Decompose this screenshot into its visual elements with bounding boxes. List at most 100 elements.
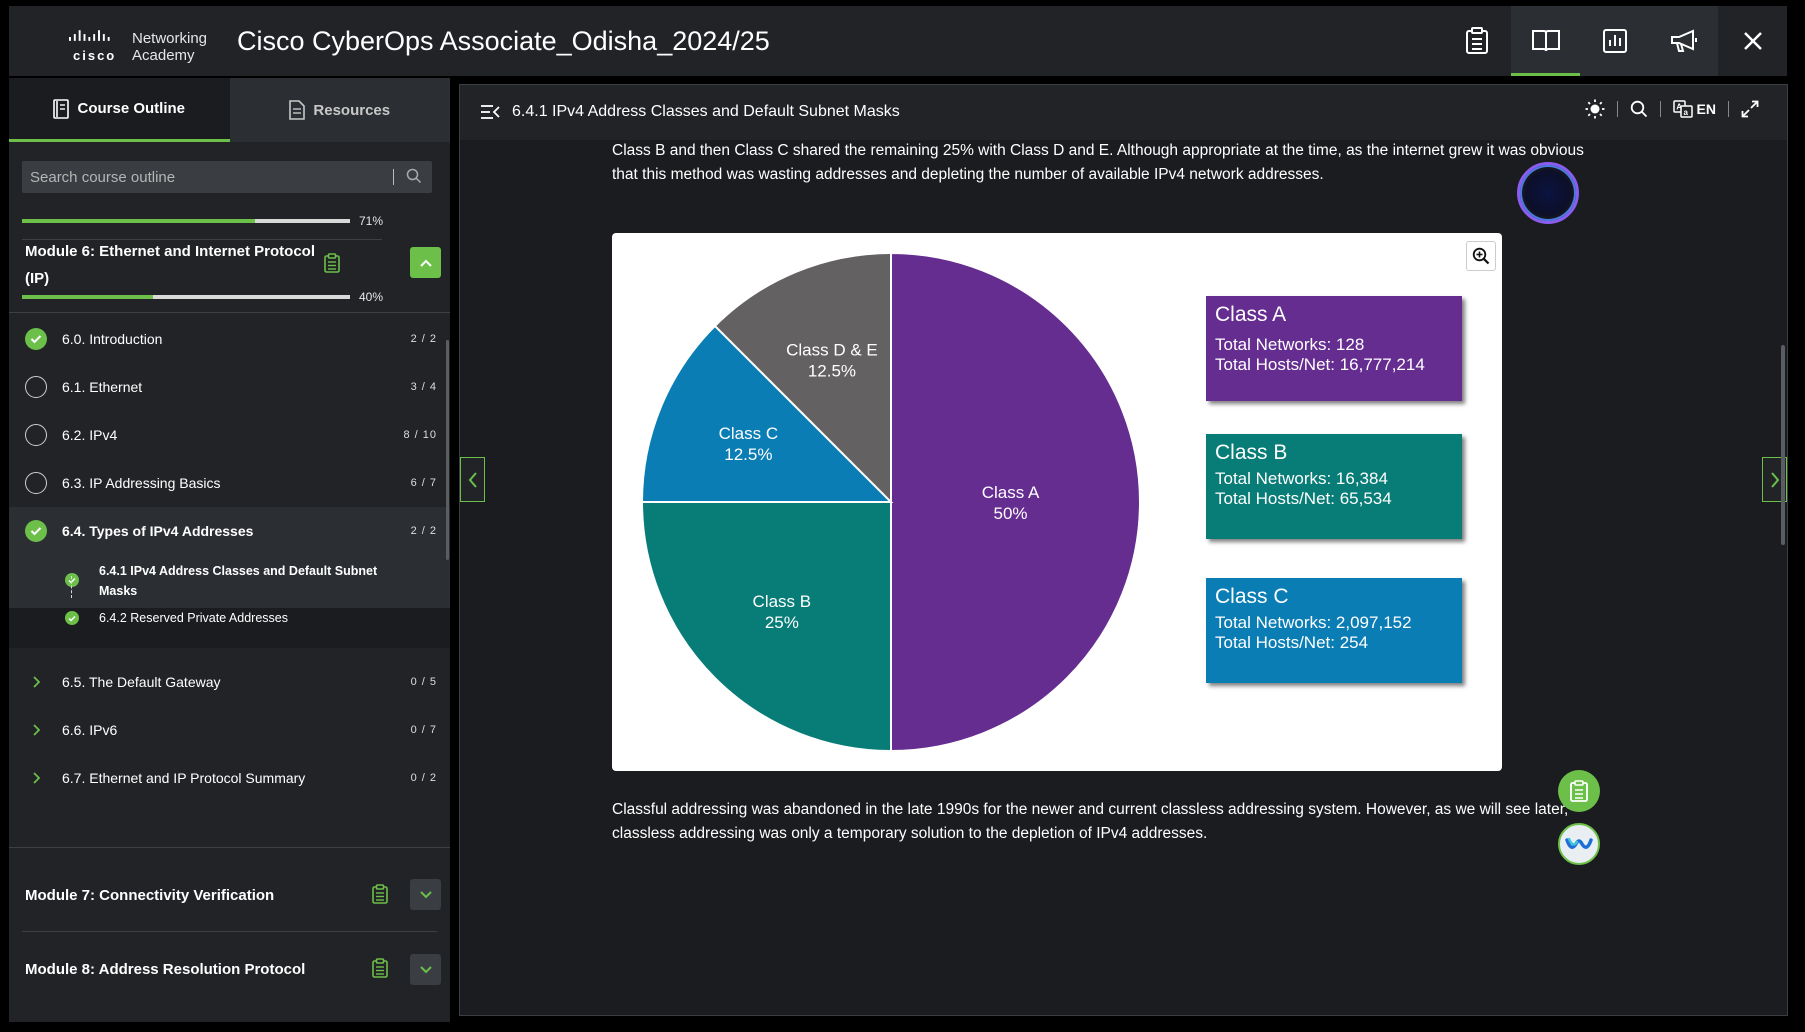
zoom-in-icon: [1472, 247, 1490, 265]
course-content-button[interactable]: [1511, 6, 1580, 76]
class-b-hosts: Total Hosts/Net: 65,534: [1215, 489, 1392, 508]
collapse-sidebar-icon[interactable]: [480, 104, 500, 120]
ipv4-class-pie-chart: Class A 50% Class B 25% Class C 12.5% Class D …: [640, 251, 1141, 753]
module-7-expand-button[interactable]: [410, 879, 441, 910]
module-6-divider: [9, 312, 450, 313]
theme-toggle-button[interactable]: [1573, 99, 1617, 119]
search-course-outline: [22, 161, 432, 193]
webex-icon: [1565, 837, 1593, 849]
outline-item-6-3[interactable]: 6.3. IP Addressing Basics 6 / 7: [9, 459, 450, 507]
outline-item-label: 6.3. IP Addressing Basics: [62, 475, 221, 491]
cisco-wordmark: cisco: [73, 48, 117, 63]
outline-item-6-7[interactable]: 6.7. Ethernet and IP Protocol Summary 0 …: [9, 754, 450, 802]
top-bar: cisco Networking Academy Cisco CyberOps …: [9, 6, 1787, 76]
outline-item-label: 6.2. IPv4: [62, 427, 118, 443]
webex-chat-button[interactable]: [1558, 823, 1600, 865]
search-input[interactable]: [30, 167, 390, 187]
module-divider: [9, 847, 450, 848]
module-8-expand-button[interactable]: [410, 954, 441, 985]
language-button[interactable]: A a EN: [1661, 100, 1728, 118]
overall-progress-bar: [22, 219, 350, 223]
intro-paragraph: Class B and then Class C shared the rema…: [612, 142, 1584, 183]
content-panel: 6.4.1 IPv4 Address Classes and Default S…: [459, 84, 1788, 1016]
outline-item-6-1[interactable]: 6.1. Ethernet 3 / 4: [9, 363, 450, 411]
search-icon[interactable]: [406, 168, 422, 184]
module-6-progress-fill: [22, 295, 154, 299]
outline-item-count: 3 / 4: [410, 381, 437, 393]
outline-item-label: 6.6. IPv6: [62, 722, 118, 738]
assignments-button[interactable]: [1442, 6, 1511, 76]
sidebar-tabs: Course Outline Resources: [9, 78, 450, 142]
content-search-button[interactable]: [1618, 100, 1660, 118]
cisco-bars-icon: [69, 30, 110, 41]
zoom-image-button[interactable]: [1466, 241, 1496, 271]
outline-item-count: 2 / 2: [410, 525, 437, 537]
clipboard-icon: [1570, 780, 1588, 802]
class-c-networks: Total Networks: 2,097,152: [1215, 613, 1412, 632]
module-6-progress-label: 40%: [359, 290, 384, 304]
grades-chart-icon: [1602, 29, 1627, 53]
class-c-info-box: Class C Total Networks: 2,097,152 Total …: [1206, 578, 1462, 683]
outro-paragraph: Classful addressing was abandoned in the…: [612, 801, 1569, 842]
grades-button[interactable]: [1580, 6, 1649, 76]
chevron-right-icon: [25, 719, 47, 741]
book-icon: [1531, 30, 1560, 52]
pie-slice-label: Class A: [982, 483, 1040, 502]
outline-item-6-4[interactable]: 6.4. Types of IPv4 Addresses 2 / 2: [9, 507, 450, 555]
class-c-box-title: Class C: [1215, 585, 1289, 608]
sub-item-6-4-1[interactable]: 6.4.1 IPv4 Address Classes and Default S…: [9, 555, 450, 608]
outline-item-label: 6.4. Types of IPv4 Addresses: [62, 523, 254, 539]
close-button[interactable]: [1718, 6, 1787, 76]
module-8-assessment-icon[interactable]: [372, 958, 388, 978]
search-separator: [393, 169, 394, 185]
sidebar-scrollbar[interactable]: [446, 340, 449, 560]
class-c-hosts: Total Hosts/Net: 254: [1215, 633, 1369, 652]
module-8-title[interactable]: Module 8: Address Resolution Protocol: [25, 956, 305, 983]
outline-item-6-0[interactable]: 6.0. Introduction 2 / 2: [9, 315, 450, 363]
top-toolbar: [1442, 6, 1787, 76]
ai-assistant-orb-button[interactable]: [1517, 162, 1579, 224]
chevron-down-icon: [419, 965, 432, 973]
content-scrollbar[interactable]: [1781, 345, 1785, 545]
previous-page-button[interactable]: [460, 457, 485, 502]
class-b-box-title: Class B: [1215, 441, 1288, 464]
announcements-button[interactable]: [1649, 6, 1718, 76]
incomplete-circle-icon: [25, 376, 47, 398]
tab-resources[interactable]: Resources: [229, 78, 450, 142]
outline-item-label: 6.0. Introduction: [62, 331, 163, 347]
close-icon: [1743, 32, 1762, 50]
pie-slice-value-label: 12.5%: [724, 445, 772, 464]
outline-item-6-2[interactable]: 6.2. IPv4 8 / 10: [9, 411, 450, 459]
outline-item-count: 0 / 2: [410, 772, 437, 784]
class-a-hosts: Total Hosts/Net: 16,777,214: [1215, 355, 1425, 374]
svg-text:a: a: [1683, 108, 1688, 117]
fullscreen-button[interactable]: [1729, 100, 1771, 118]
assessments-fab-button[interactable]: [1558, 770, 1600, 812]
module-7-title[interactable]: Module 7: Connectivity Verification: [25, 882, 274, 909]
outline-item-6-5[interactable]: 6.5. The Default Gateway 0 / 5: [9, 658, 450, 706]
tab-course-outline-label: Course Outline: [77, 100, 185, 117]
chevron-up-icon: [419, 259, 432, 267]
networking-academy-text: Networking Academy: [132, 30, 208, 64]
outline-item-6-6[interactable]: 6.6. IPv6 0 / 7: [9, 706, 450, 754]
class-b-info-box: Class B Total Networks: 16,384 Total Hos…: [1206, 434, 1462, 539]
chevron-down-icon: [419, 890, 432, 898]
module-6-title[interactable]: Module 6: Ethernet and Internet Protocol…: [25, 238, 315, 292]
class-a-info-box: Class A Total Networks: 128 Total Hosts/…: [1206, 296, 1462, 401]
class-a-networks: Total Networks: 128: [1215, 335, 1365, 354]
sub-item-6-4-2[interactable]: 6.4.2 Reserved Private Addresses: [9, 608, 450, 648]
pie-slice-class-a: [890, 251, 1141, 753]
pie-slice-value-label: 25%: [765, 613, 799, 632]
cisco-networking-academy-logo[interactable]: cisco Networking Academy: [59, 20, 219, 64]
module-6-collapse-button[interactable]: [410, 247, 441, 278]
module-7-assessment-icon[interactable]: [372, 884, 388, 904]
chevron-right-icon: [1770, 471, 1779, 488]
tab-course-outline[interactable]: Course Outline: [9, 78, 230, 142]
chevron-right-icon: [25, 671, 47, 693]
header-tools: A a EN: [1573, 99, 1771, 119]
module-6-assessment-icon[interactable]: [324, 253, 340, 273]
outline-item-count: 6 / 7: [410, 477, 437, 489]
brightness-icon: [1585, 99, 1605, 119]
chevron-right-icon: [25, 767, 47, 789]
pie-slice-label: Class D & E: [786, 340, 878, 359]
